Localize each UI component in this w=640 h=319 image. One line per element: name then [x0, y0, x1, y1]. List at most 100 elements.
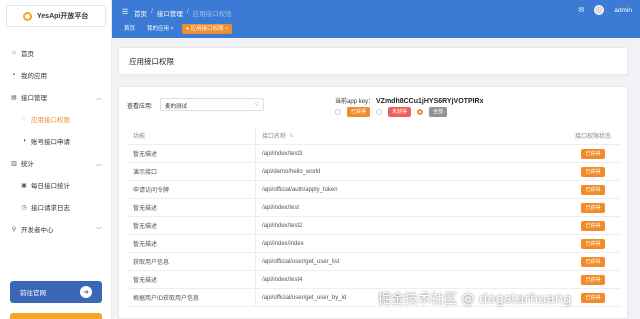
- calendar-icon: ▣: [21, 182, 27, 189]
- sidebar-item-label: 开发者中心: [21, 227, 54, 234]
- status-filter: 已获得 未获得 全部: [335, 107, 448, 117]
- table-header: 功能 接口名称 ⇅ 接口权限状态: [127, 127, 621, 145]
- status-badge[interactable]: 已获得: [581, 256, 605, 267]
- tab-api-permission[interactable]: ● 应用接口权限 ×: [181, 24, 233, 34]
- cell-function: 暂无描述: [133, 152, 158, 158]
- top-header: ☰ 首页 / 接口管理 / 应用接口权限 首页 我的应用 × ● 应用接口权限 …: [112, 0, 640, 38]
- cell-api-name: /api/index/test4: [255, 271, 565, 288]
- cell-status: 已获得: [565, 292, 621, 303]
- status-badge[interactable]: 已获得: [581, 292, 605, 303]
- sidebar-item-label: 应用接口权限: [31, 117, 70, 124]
- sort-icon[interactable]: ⇅: [289, 133, 293, 139]
- sidebar-item[interactable]: ▤ 接口管理 ︿: [0, 86, 112, 108]
- radio-all[interactable]: [417, 109, 424, 115]
- breadcrumb-home[interactable]: 首页: [134, 8, 147, 18]
- app-select-value: 麦的测试: [165, 104, 188, 110]
- cell-api-name: /api/index/test: [255, 199, 565, 216]
- page-title: 应用接口权限: [129, 56, 174, 66]
- table-row: 暂无描述/api/index/test2 已获得: [127, 217, 621, 235]
- stats-icon: ▥: [11, 160, 17, 167]
- status-badge[interactable]: 已获得: [581, 148, 605, 159]
- app-key: 当前app key： VZmdh8CCu1jHYS6RYjVOTPIRx: [335, 96, 484, 105]
- sidebar-item-label: 统计: [21, 161, 34, 168]
- obtained-badge[interactable]: 已获得: [347, 107, 371, 117]
- username[interactable]: admin: [614, 7, 632, 14]
- cell-api-name: /api/index/test2: [255, 217, 565, 234]
- logo[interactable]: YesApi开放平台: [6, 5, 106, 27]
- menu-toggle-icon[interactable]: ☰: [122, 8, 128, 16]
- logo-icon: [23, 11, 32, 21]
- api-icon: ▤: [11, 94, 17, 101]
- header-function: 功能: [133, 134, 146, 140]
- permission-panel: 查看应用: 麦的测试 ▽ 当前app key： VZmdh8CCu1jHYS6RY…: [118, 86, 628, 319]
- tab-home[interactable]: 首页: [120, 24, 139, 34]
- cell-api-name: /api/index/index: [255, 235, 565, 252]
- sidebar-secondary-button[interactable]: [10, 313, 102, 319]
- sidebar-item[interactable]: ⌂ 首页: [0, 42, 112, 64]
- sidebar-item[interactable]: ▥ 统计 ︿: [0, 152, 112, 174]
- page-tabs: 首页 我的应用 × ● 应用接口权限 ×: [120, 24, 233, 34]
- not-obtained-badge[interactable]: 未获得: [388, 107, 412, 117]
- status-badge[interactable]: 已获得: [581, 238, 605, 249]
- chevron-icon: ﹀: [95, 228, 102, 234]
- sidebar-item-label: 每日接口统计: [31, 183, 70, 190]
- table-row: 暂无描述/api/index/test4 已获得: [127, 271, 621, 289]
- breadcrumb-separator: /: [186, 8, 189, 15]
- visit-website-button[interactable]: 前往官网 ➜: [10, 281, 102, 303]
- radio-obtained[interactable]: [335, 109, 341, 115]
- cell-function: 根据用户ID获取用户信息: [133, 296, 200, 302]
- app-select[interactable]: 麦的测试 ▽: [160, 98, 264, 111]
- sidebar-item[interactable]: ⚲ 开发者中心 ﹀: [0, 218, 112, 240]
- header-api-name[interactable]: 接口名称 ⇅: [255, 127, 565, 144]
- home-icon: ⌂: [12, 50, 16, 56]
- dev-icon: ⚲: [11, 226, 17, 233]
- breadcrumb: 首页 / 接口管理 / 应用接口权限: [134, 8, 232, 18]
- sidebar-item-label: 接口管理: [21, 95, 47, 102]
- breadcrumb-separator: /: [151, 8, 153, 15]
- radio-not-obtained[interactable]: [376, 109, 383, 115]
- cell-status: 已获得: [565, 202, 621, 213]
- cell-status: 已获得: [565, 148, 621, 159]
- cell-function: 演示接口: [133, 170, 158, 176]
- sidebar-item-label: 首页: [21, 51, 34, 58]
- sidebar-item[interactable]: ▪ 我的应用: [0, 64, 112, 86]
- arrow-right-icon: ➜: [80, 286, 92, 298]
- avatar[interactable]: [594, 5, 605, 15]
- table-row: 演示接口/api/demo/hello_world 已获得: [127, 163, 621, 181]
- cell-status: 已获得: [565, 184, 621, 195]
- app-key-value: VZmdh8CCu1jHYS6RYjVOTPIRx: [376, 98, 484, 105]
- app-key-label: 当前app key：: [335, 99, 375, 105]
- sidebar-item-label: 账号接口申请: [31, 139, 70, 146]
- notification-icon[interactable]: ✉: [578, 6, 584, 14]
- cell-function: 暂无描述: [133, 278, 158, 284]
- cell-function: 获取用户信息: [133, 260, 170, 266]
- page-title-card: 应用接口权限: [118, 47, 628, 75]
- table-row: 申请访问令牌/api/official/auth/apply_token 已获得: [127, 181, 621, 199]
- sidebar-item[interactable]: ♢ 应用接口权限: [0, 108, 112, 130]
- status-badge[interactable]: 已获得: [581, 220, 605, 231]
- cell-status: 已获得: [565, 256, 621, 267]
- status-badge[interactable]: 已获得: [581, 184, 605, 195]
- visit-website-label: 前往官网: [20, 290, 46, 297]
- logo-text: YesApi开放平台: [37, 13, 89, 20]
- breadcrumb-api[interactable]: 接口管理: [157, 8, 183, 18]
- header-right: ✉ admin: [578, 5, 632, 15]
- sidebar-item[interactable]: ◷ 接口请求日志: [0, 196, 112, 218]
- cell-api-name: /api/index/test3: [255, 145, 565, 162]
- sidebar-item-label: 我的应用: [21, 73, 47, 80]
- sidebar-item[interactable]: ◑ 账号接口申请: [0, 130, 112, 152]
- tab-my-apps[interactable]: 我的应用 ×: [143, 24, 178, 34]
- permission-table: 功能 接口名称 ⇅ 接口权限状态 暂无描述/api/index/test3 已获得演…: [127, 127, 621, 307]
- cell-status: 已获得: [565, 238, 621, 249]
- table-row: 暂无描述/api/index/test 已获得: [127, 199, 621, 217]
- chevron-down-icon: ▽: [255, 102, 259, 108]
- status-badge[interactable]: 已获得: [581, 202, 605, 213]
- cell-status: 已获得: [565, 166, 621, 177]
- all-badge[interactable]: 全部: [429, 107, 448, 117]
- sidebar: YesApi开放平台 ⌂ 首页 ▪ 我的应用 ▤ 接口管理 ︿ ♢ 应用接口权限 ◑ 账号接口申请 ▥…: [0, 0, 112, 319]
- status-badge[interactable]: 已获得: [581, 274, 605, 285]
- status-badge[interactable]: 已获得: [581, 166, 605, 177]
- cell-function: 暂无描述: [133, 242, 158, 248]
- sidebar-item[interactable]: ▣ 每日接口统计: [0, 174, 112, 196]
- cell-function: 暂无描述: [133, 224, 158, 230]
